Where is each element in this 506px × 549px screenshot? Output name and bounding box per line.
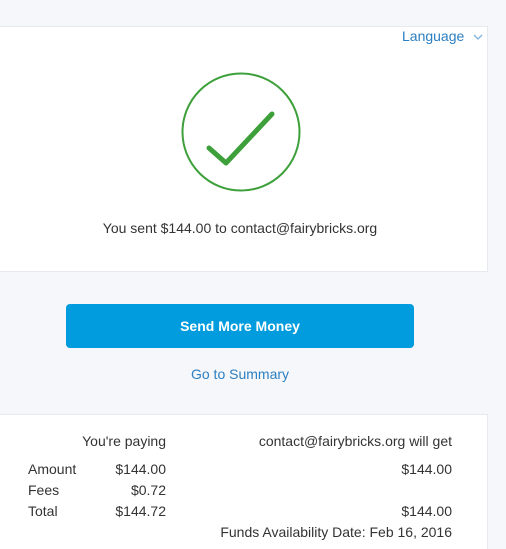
language-label: Language — [402, 28, 465, 44]
fees-label: Fees — [28, 482, 60, 498]
success-check-icon — [181, 71, 301, 193]
send-more-money-button[interactable]: Send More Money — [66, 304, 414, 348]
paying-header: You're paying — [82, 433, 166, 449]
total-recipient: $144.00 — [401, 503, 452, 519]
confirmation-message: You sent $144.00 to contact@fairybricks.… — [102, 220, 378, 236]
amount-recipient: $144.00 — [401, 461, 452, 477]
language-selector[interactable]: Language — [402, 27, 484, 45]
amount-label: Amount — [28, 461, 77, 477]
total-paying: $144.72 — [115, 503, 166, 519]
amount-paying: $144.00 — [115, 461, 166, 477]
go-to-summary-link[interactable]: Go to Summary — [0, 366, 480, 382]
chevron-down-icon — [472, 30, 484, 42]
recipient-header: contact@fairybricks.org will get — [258, 433, 452, 449]
funds-availability-date: Funds Availability Date: Feb 16, 2016 — [220, 524, 452, 540]
fees-paying: $0.72 — [130, 482, 166, 498]
total-label: Total — [28, 503, 58, 519]
